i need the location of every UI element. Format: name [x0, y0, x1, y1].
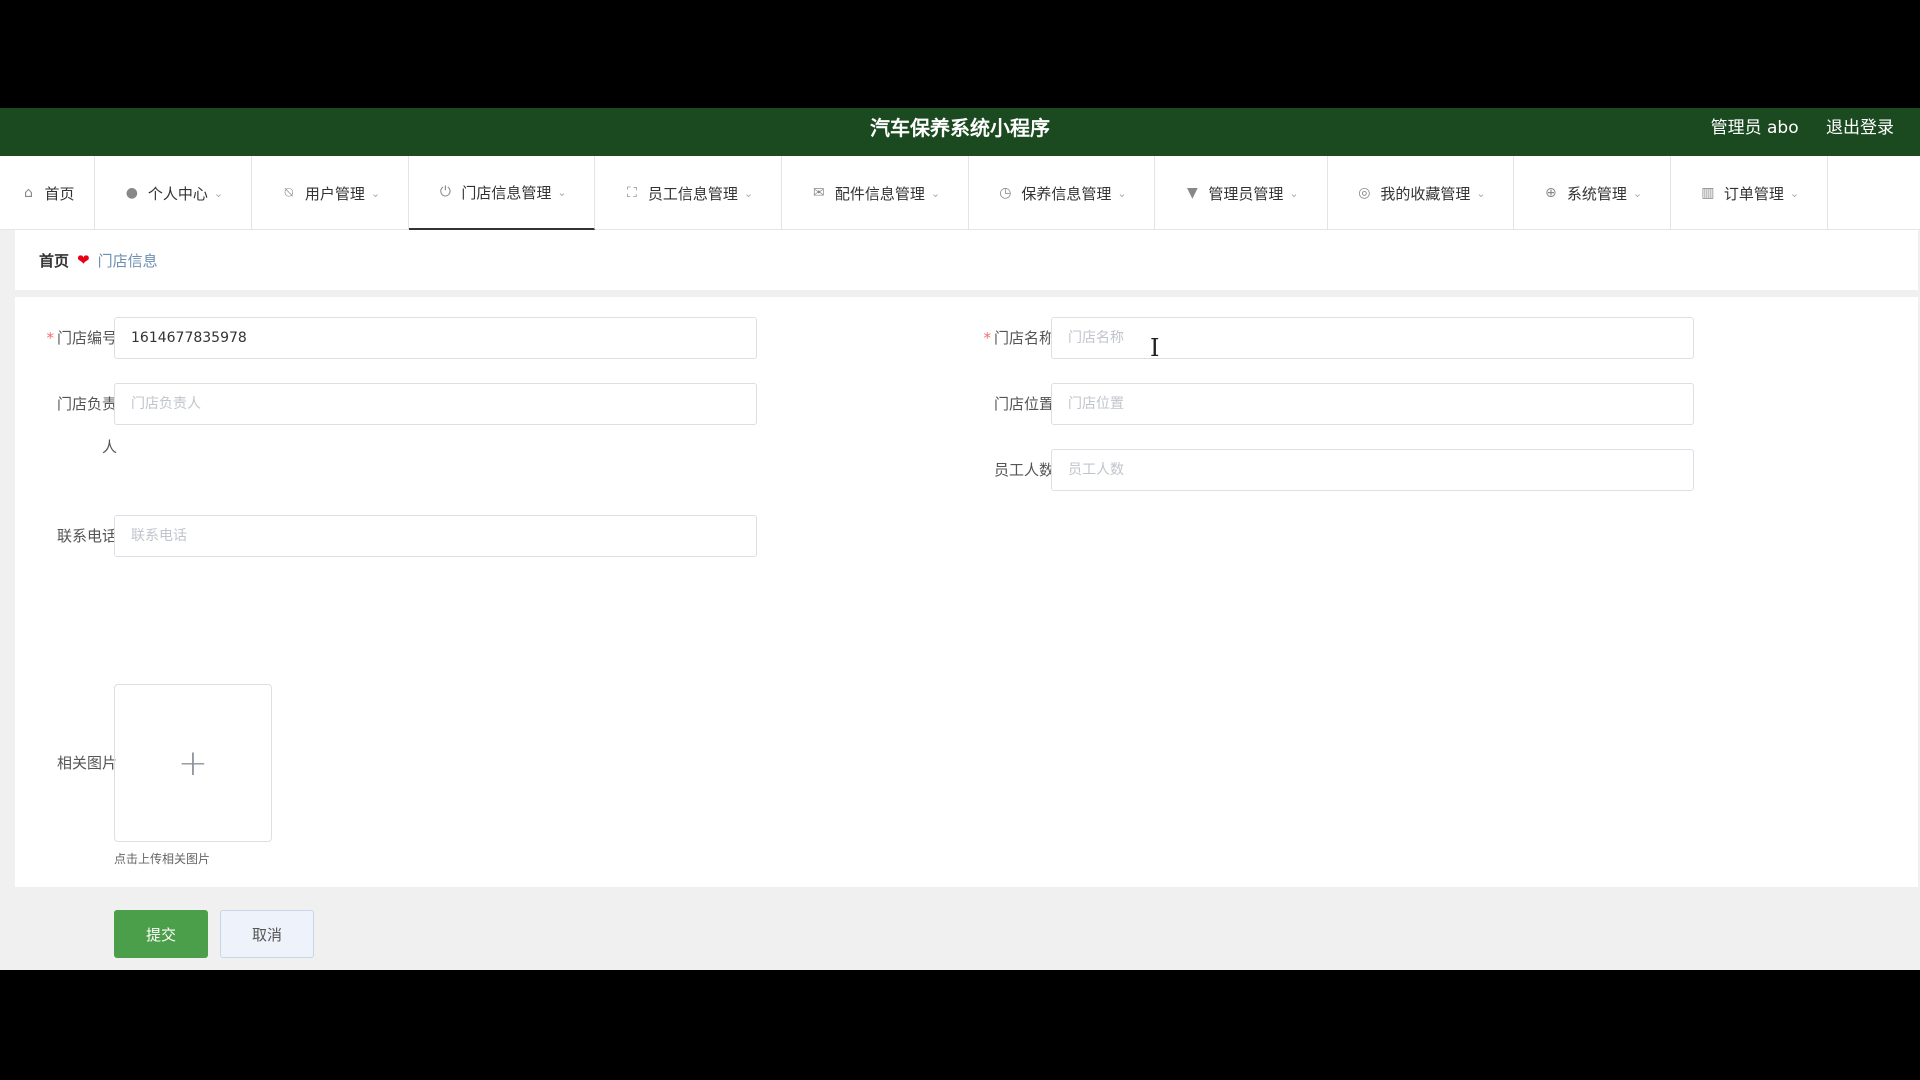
manager-label: 门店负责 人 — [29, 392, 117, 459]
clock-icon: ◷ — [999, 185, 1012, 201]
chevron-down-icon: ⌄ — [557, 185, 567, 199]
user-area: 管理员 abo 退出登录 — [1689, 108, 1894, 156]
chevron-down-icon: ⌄ — [213, 186, 224, 200]
required-mark: * — [983, 329, 991, 347]
nav-item-label: 系统管理 — [1566, 184, 1627, 203]
manager-label-line2: 人 — [101, 438, 117, 456]
chevron-down-icon: ⌄ — [370, 186, 381, 200]
store-no-label: * 门店编号 — [46, 329, 117, 347]
nav-item-user-management[interactable]: ⍉ 用户管理 ⌄ — [252, 156, 409, 230]
nav-item-label: 管理员管理 — [1208, 184, 1284, 203]
store-name-input[interactable] — [1051, 317, 1694, 359]
chevron-down-icon: ⌄ — [1476, 186, 1486, 200]
nav-item-label: 员工信息管理 — [647, 184, 738, 203]
store-name-label: * 门店名称 — [983, 329, 1054, 347]
location-label: 门店位置 — [993, 395, 1054, 413]
location-input[interactable] — [1051, 383, 1694, 425]
text-cursor-icon: I — [1150, 334, 1160, 362]
nav-item-parts-management[interactable]: ✉ 配件信息管理 ⌄ — [782, 156, 969, 230]
required-mark: * — [46, 329, 54, 347]
image-label: 相关图片 — [56, 754, 117, 772]
nav-item-favorites-management[interactable]: ◎ 我的收藏管理 ⌄ — [1328, 156, 1514, 230]
cancel-button[interactable]: 取消 — [220, 910, 314, 958]
chevron-down-icon: ⌄ — [1117, 186, 1127, 200]
nav-item-personal-center[interactable]: ● 个人中心 ⌄ — [95, 156, 252, 230]
app-screen: 汽车保养系统小程序 管理员 abo 退出登录 ⌂ 首页 ● 个人中心 ⌄ ⍉ 用… — [0, 108, 1920, 970]
nav-item-home[interactable]: ⌂ 首页 — [0, 156, 95, 230]
heart-icon: ❤ — [77, 251, 90, 269]
breadcrumb: 首页 ❤ 门店信息 — [15, 230, 1918, 290]
user-icon: ● — [125, 185, 138, 201]
fullscreen-icon: ⛶ — [626, 185, 637, 201]
circle-icon: ◎ — [1358, 185, 1371, 201]
plus-icon: + — [177, 742, 209, 784]
current-user-label: 管理员 abo — [1710, 118, 1799, 138]
power-icon: ⏻ — [439, 184, 451, 200]
top-header: 汽车保养系统小程序 管理员 abo 退出登录 — [0, 108, 1920, 156]
phone-label: 联系电话 — [56, 527, 117, 545]
chevron-down-icon: ⌄ — [1289, 186, 1299, 200]
store-info-form: *门店编号 *门店名称 门店负责 人 门店位置 员工人数 联系电话 相关图片 +… — [15, 297, 1918, 958]
upload-tip: 点击上传相关图片 — [114, 852, 211, 866]
chevron-down-icon: ⌄ — [1789, 186, 1800, 200]
logout-button[interactable]: 退出登录 — [1826, 118, 1894, 138]
nav-item-label: 配件信息管理 — [834, 184, 925, 203]
home-icon: ⌂ — [24, 185, 33, 201]
nav-item-label: 订单管理 — [1723, 184, 1784, 203]
nav-item-admin-management[interactable]: ▼ 管理员管理 ⌄ — [1155, 156, 1328, 230]
nav-item-label: 个人中心 — [147, 184, 208, 203]
staff-count-input[interactable] — [1051, 449, 1694, 491]
nav-item-label: 用户管理 — [304, 184, 365, 203]
chart-bars-icon: ▥ — [1701, 185, 1715, 201]
chevron-down-icon: ⌄ — [743, 186, 754, 200]
chevron-down-icon: ⌄ — [1632, 186, 1643, 200]
store-no-input[interactable] — [114, 317, 757, 359]
nav-item-label: 保养信息管理 — [1021, 184, 1112, 203]
nav-item-order-management[interactable]: ▥ 订单管理 ⌄ — [1671, 156, 1828, 230]
manager-label-line1: 门店负责 — [56, 395, 117, 413]
breadcrumb-home[interactable]: 首页 — [39, 250, 69, 271]
app-title: 汽车保养系统小程序 — [870, 116, 1050, 140]
nav-item-label: 门店信息管理 — [461, 183, 552, 202]
breadcrumb-current: 门店信息 — [97, 251, 158, 270]
staff-count-label: 员工人数 — [993, 461, 1054, 479]
nav-item-staff-management[interactable]: ⛶ 员工信息管理 ⌄ — [595, 156, 782, 230]
bell-off-icon: ⍉ — [284, 185, 294, 201]
manager-input[interactable] — [114, 383, 757, 425]
mail-icon: ✉ — [813, 185, 825, 201]
nav-item-system-management[interactable]: ⊕ 系统管理 ⌄ — [1514, 156, 1671, 230]
main-navbar: ⌂ 首页 ● 个人中心 ⌄ ⍉ 用户管理 ⌄ ⏻ 门店信息管理 ⌄ ⛶ 员工信息… — [0, 156, 1920, 230]
nav-item-maintenance-management[interactable]: ◷ 保养信息管理 ⌄ — [969, 156, 1155, 230]
nav-item-store-management[interactable]: ⏻ 门店信息管理 ⌄ — [409, 156, 595, 230]
phone-input[interactable] — [114, 515, 757, 557]
pin-icon: ▼ — [1186, 185, 1198, 201]
nav-item-label: 首页 — [44, 184, 75, 203]
submit-button[interactable]: 提交 — [114, 910, 208, 958]
compass-icon: ⊕ — [1545, 185, 1557, 201]
image-upload-box[interactable]: + — [114, 684, 272, 842]
nav-item-label: 我的收藏管理 — [1380, 184, 1471, 203]
chevron-down-icon: ⌄ — [930, 186, 941, 200]
